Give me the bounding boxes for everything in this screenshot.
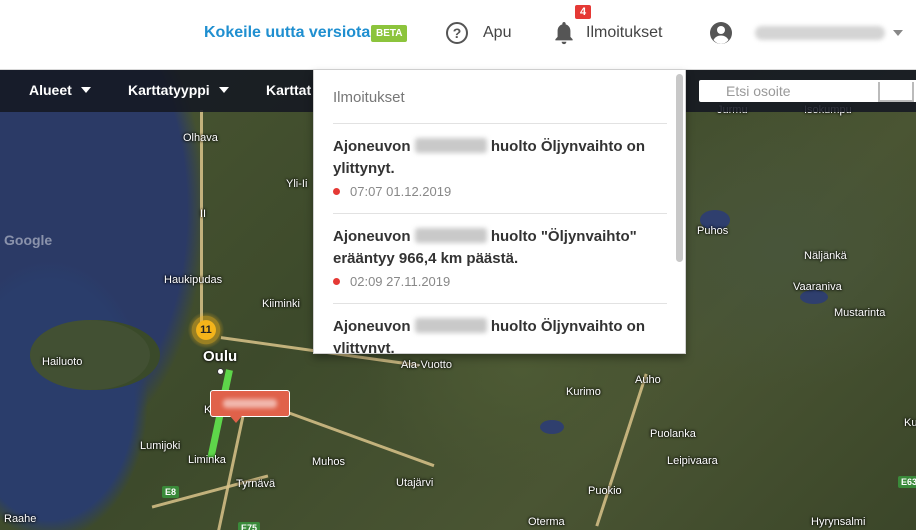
top-header: Kokeile uutta versiota BETA ? Apu Ilmoit… — [0, 0, 916, 70]
place-vaaranivа: Vaaranivа — [793, 281, 842, 293]
google-watermark: Google — [4, 232, 53, 248]
notification-prefix: Ajoneuvon — [333, 138, 411, 155]
road-shield-e8: E8 — [162, 486, 180, 498]
notifications-list: Ajoneuvon huolto Öljynvaihto on ylittyny… — [333, 123, 667, 353]
place-ku-edge: Ku — [904, 417, 916, 429]
notification-text: Ajoneuvon huolto Öljynvaihto on ylittyny… — [333, 316, 667, 353]
place-liminka: Liminka — [188, 454, 226, 466]
try-new-version-link[interactable]: Kokeile uutta versiota — [204, 24, 370, 42]
map-layers-label: Karttat — [266, 82, 312, 98]
place-kurimo: Kurimo — [566, 386, 601, 398]
caret-down-icon — [893, 30, 903, 36]
road — [595, 373, 648, 527]
place-ii: II — [200, 208, 207, 220]
place-auho: Auho — [635, 374, 661, 386]
place-tyrnava: Tyrnävä — [236, 478, 276, 490]
notification-prefix: Ajoneuvon — [333, 318, 411, 335]
notification-item[interactable]: Ajoneuvon huolto Öljynvaihto on ylittyny… — [333, 123, 667, 213]
place-puhos: Puhos — [697, 225, 729, 237]
notification-item[interactable]: Ajoneuvon huolto Öljynvaihto on ylittyny… — [333, 303, 667, 353]
account-circle-icon — [710, 22, 732, 44]
notifications-panel: Ilmoitukset Ajoneuvon huolto Öljynvaihto… — [313, 70, 686, 354]
place-yli-ii: Yli-Ii — [286, 178, 308, 190]
beta-badge: BETA — [371, 25, 408, 42]
place-muhos: Muhos — [312, 456, 346, 468]
road-shield-e75: E75 — [238, 522, 261, 530]
areas-label: Alueet — [29, 82, 72, 98]
vehicle-plate-blurred — [223, 399, 277, 408]
notification-text: Ajoneuvon huolto "Öljynvaihto" erääntyy … — [333, 226, 667, 270]
notification-time-row: 02:09 27.11.2019 — [333, 274, 667, 289]
place-ala-vuotto: Ala-Vuotto — [401, 359, 452, 371]
vehicle-plate-blurred — [414, 228, 487, 243]
notifications-button[interactable]: Ilmoitukset — [553, 18, 662, 48]
caret-down-icon — [218, 87, 229, 93]
place-raahe: Raahe — [4, 513, 37, 525]
notification-item[interactable]: Ajoneuvon huolto "Öljynvaihto" erääntyy … — [333, 213, 667, 303]
caret-down-icon — [80, 87, 91, 93]
place-haukipudas: Haukipudas — [164, 274, 223, 286]
help-button[interactable]: ? Apu — [446, 20, 511, 46]
place-lumijoki: Lumijoki — [140, 440, 181, 452]
island-hailuoto — [30, 320, 150, 390]
vehicle-cluster-marker[interactable]: 11 — [188, 312, 224, 348]
notifications-panel-title: Ilmoitukset — [333, 89, 405, 106]
map-type-label: Karttatyyppi — [128, 82, 210, 98]
lake — [540, 420, 564, 434]
notification-time: 02:09 27.11.2019 — [350, 274, 451, 289]
unread-dot-icon — [333, 188, 340, 195]
vehicle-label-marker[interactable] — [210, 390, 290, 423]
areas-dropdown[interactable]: Alueet — [29, 82, 91, 98]
place-mustarinta: Mustarinta — [834, 307, 886, 319]
place-hailuoto: Hailuoto — [42, 356, 83, 368]
place-puokio: Puokio — [588, 485, 622, 497]
place-puolanka: Puolanka — [650, 428, 696, 440]
notifications-scrollbar[interactable] — [676, 74, 683, 262]
place-kiiminki: Kiiminki — [262, 298, 300, 310]
map-fullscreen-button[interactable] — [878, 82, 914, 102]
place-olhava: Olhava — [183, 132, 218, 144]
vehicle-plate-blurred — [414, 138, 487, 153]
bell-icon — [555, 22, 573, 45]
place-oulu: Oulu — [203, 348, 238, 365]
notifications-label: Ilmoitukset — [586, 24, 663, 41]
user-menu[interactable] — [709, 20, 903, 46]
notification-time: 07:07 01.12.2019 — [350, 184, 452, 199]
map-layers-dropdown[interactable]: Karttat — [266, 82, 311, 98]
place-leipivaara: Leipivaara — [667, 455, 718, 467]
notification-text: Ajoneuvon huolto Öljynvaihto on ylittyny… — [333, 136, 667, 180]
place-najanka: Näljänkä — [804, 250, 847, 262]
help-label: Apu — [483, 24, 512, 41]
road-shield-e63: E63 — [898, 476, 916, 488]
map-type-dropdown[interactable]: Karttatyyppi — [128, 82, 229, 98]
notification-time-row: 07:07 01.12.2019 — [333, 184, 667, 199]
notification-prefix: Ajoneuvon — [333, 228, 411, 245]
place-oterma: Oterma — [528, 516, 565, 528]
place-utajarvi: Utajärvi — [396, 477, 434, 489]
question-circle-icon: ? — [446, 22, 468, 44]
oulu-marker — [217, 368, 224, 375]
vehicle-plate-blurred — [414, 318, 487, 333]
unread-dot-icon — [333, 278, 340, 285]
user-name-blurred — [755, 26, 885, 40]
place-hyrynsalmi: Hyrynsalmi — [811, 516, 866, 528]
notifications-count-badge: 4 — [575, 5, 592, 19]
